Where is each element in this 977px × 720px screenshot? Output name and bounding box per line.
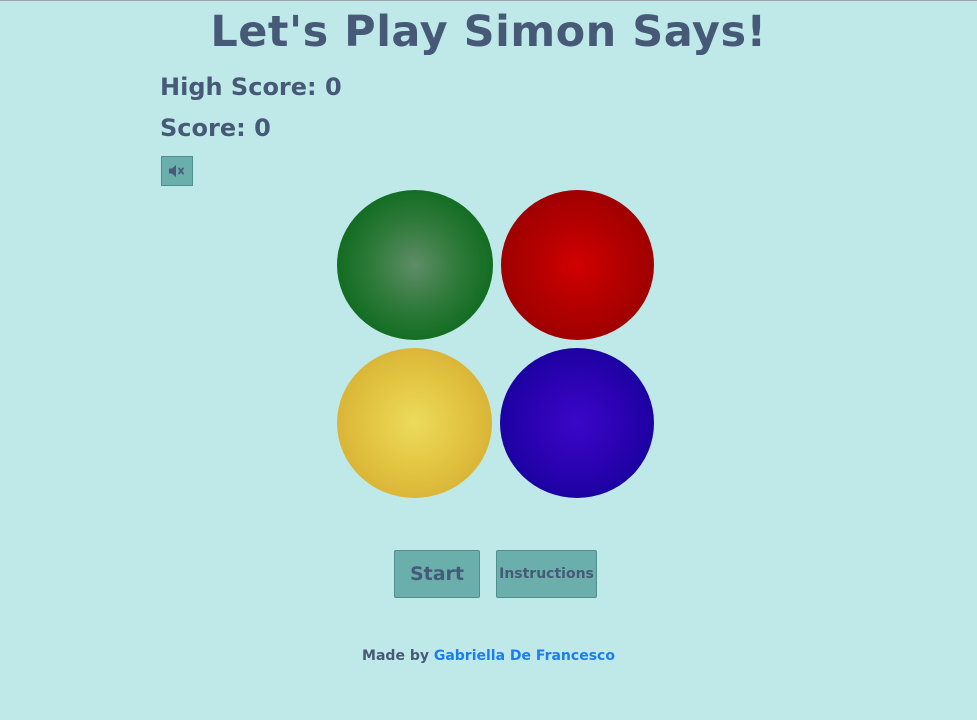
current-score: Score: 0 (160, 114, 271, 142)
footer-credit: Made by Gabriella De Francesco (0, 648, 977, 664)
start-button[interactable]: Start (394, 550, 480, 598)
instructions-button[interactable]: Instructions (496, 550, 597, 598)
high-score: High Score: 0 (160, 73, 342, 101)
footer-prefix: Made by (362, 648, 429, 664)
mute-toggle-button[interactable] (161, 156, 193, 186)
green-pad[interactable] (337, 190, 493, 340)
yellow-pad[interactable] (337, 348, 492, 498)
author-link[interactable]: Gabriella De Francesco (434, 648, 615, 664)
volume-mute-icon (169, 165, 184, 177)
red-pad[interactable] (501, 190, 654, 340)
page-title: Let's Play Simon Says! (210, 7, 767, 57)
blue-pad[interactable] (500, 348, 654, 498)
